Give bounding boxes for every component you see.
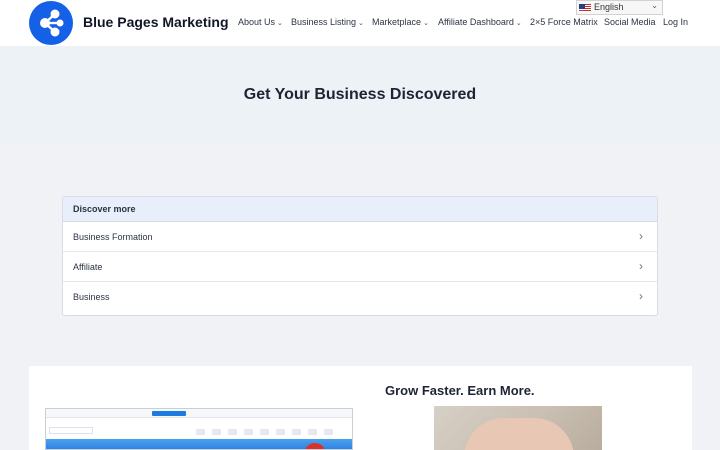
nav-business-listing[interactable]: Business Listing ⌄	[291, 17, 364, 27]
nav-label: 2×5 Force Matrix	[530, 17, 598, 27]
nav-label: Affiliate Dashboard	[438, 17, 514, 27]
screenshot-tool	[228, 429, 237, 435]
chevron-right-icon: ›	[639, 259, 643, 273]
promo-title: Grow Faster. Earn More.	[385, 383, 535, 398]
page-title: Get Your Business Discovered	[243, 86, 477, 103]
screenshot-tool	[292, 429, 301, 435]
share-nodes-icon[interactable]	[29, 1, 73, 45]
screenshot-button	[152, 411, 186, 416]
chevron-down-icon: ⌄	[423, 20, 429, 27]
discover-item-label: Business	[73, 292, 110, 302]
chevron-down-icon: ⌄	[277, 20, 283, 27]
hands-photo-image	[434, 406, 602, 450]
nav-about-us[interactable]: About Us ⌄	[238, 17, 283, 27]
us-flag-icon	[579, 4, 591, 12]
discover-item-label: Affiliate	[73, 262, 103, 272]
discover-title: Discover more	[73, 204, 136, 214]
screenshot-tool	[244, 429, 253, 435]
nav-log-in[interactable]: Log In	[663, 17, 688, 27]
discover-header: Discover more	[63, 197, 657, 222]
site-header: Blue Pages Marketing About Us ⌄ Business …	[0, 0, 720, 46]
screenshot-tool	[196, 429, 205, 435]
nav-label: Social Media	[604, 17, 656, 27]
discover-item-business[interactable]: Business ›	[63, 282, 657, 312]
nav-label: Marketplace	[372, 17, 422, 27]
nav-affiliate-dashboard[interactable]: Affiliate Dashboard ⌄	[438, 17, 522, 27]
nav-label: Log In	[663, 17, 689, 27]
hero-banner: Get Your Business Discovered	[0, 46, 720, 146]
chevron-down-icon: ⌄	[358, 20, 364, 27]
discover-more-panel: Discover more Business Formation › Affil…	[62, 196, 658, 316]
screenshot-tool	[276, 429, 285, 435]
chevron-down-icon: ⌄	[515, 20, 522, 27]
chevron-down-icon: ⌄	[651, 1, 658, 10]
discover-item-business-formation[interactable]: Business Formation ›	[63, 222, 657, 252]
discover-item-affiliate[interactable]: Affiliate ›	[63, 252, 657, 282]
discover-item-label: Business Formation	[73, 232, 153, 242]
language-selected: English	[594, 2, 624, 12]
nav-force-matrix[interactable]: 2×5 Force Matrix	[530, 17, 598, 27]
chevron-right-icon: ›	[639, 229, 643, 243]
brand-name[interactable]: Blue Pages Marketing	[83, 14, 229, 30]
screenshot-field	[49, 427, 93, 434]
nav-marketplace[interactable]: Marketplace ⌄	[372, 17, 429, 27]
screenshot-tool	[324, 429, 333, 435]
screenshot-toolbar	[46, 409, 352, 418]
screenshot-tool	[308, 429, 317, 435]
screenshot-tool	[260, 429, 269, 435]
chevron-right-icon: ›	[639, 289, 643, 303]
nav-social-media[interactable]: Social Media	[604, 17, 656, 27]
nav-label: Business Listing	[291, 17, 357, 27]
nav-label: About Us	[238, 17, 276, 27]
hand-shape	[464, 418, 574, 450]
promo-card: Grow Faster. Earn More.	[29, 366, 692, 450]
dashboard-screenshot-image	[45, 408, 353, 450]
screenshot-tool	[212, 429, 221, 435]
language-select[interactable]: English ⌄	[576, 0, 663, 15]
